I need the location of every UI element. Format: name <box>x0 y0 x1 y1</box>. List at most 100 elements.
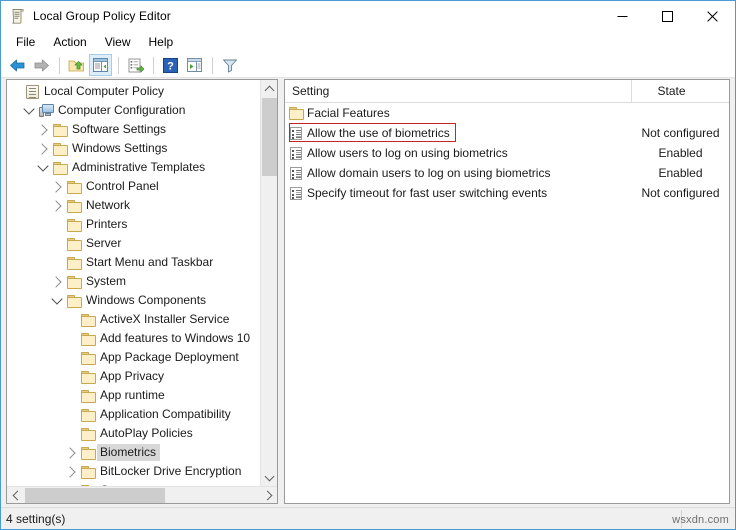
chevron-right-icon[interactable] <box>49 272 65 291</box>
folder-icon <box>79 367 97 386</box>
scroll-down-arrow[interactable] <box>261 469 277 486</box>
toolbar-separator <box>118 56 119 74</box>
tree-item[interactable]: Add features to Windows 10 <box>7 329 261 348</box>
policy-scroll-icon <box>23 82 41 101</box>
tree-item[interactable]: Windows Components <box>7 291 261 310</box>
folder-icon <box>65 215 83 234</box>
show-hide-console-tree-button[interactable] <box>89 54 112 76</box>
tree-item[interactable]: App runtime <box>7 386 261 405</box>
tree-item-label: Administrative Templates <box>72 160 206 174</box>
setting-row[interactable]: Allow domain users to log on using biome… <box>285 163 729 183</box>
tree-item[interactable]: Local Computer Policy <box>7 82 261 101</box>
tree-item-label: Windows Components <box>86 293 207 307</box>
setting-row[interactable]: Allow the use of biometrics Not configure… <box>285 123 729 143</box>
tree-scroll-thumb[interactable] <box>262 98 277 176</box>
chevron-right-icon[interactable] <box>35 139 51 158</box>
tree-item-label: Local Computer Policy <box>44 84 165 98</box>
folder-icon <box>65 253 83 272</box>
help-button[interactable]: ? <box>159 54 182 76</box>
chevron-right-icon[interactable] <box>35 120 51 139</box>
tree-item-label: Windows Settings <box>72 141 168 155</box>
scroll-up-arrow[interactable] <box>261 80 277 97</box>
tree-item-label: Add features to Windows 10 <box>100 331 251 345</box>
tree-item[interactable]: App Package Deployment <box>7 348 261 367</box>
svg-text:?: ? <box>167 60 174 72</box>
menu-action[interactable]: Action <box>44 32 95 53</box>
filter-button[interactable] <box>218 54 241 76</box>
close-button[interactable] <box>690 1 735 31</box>
settings-list[interactable]: Facial Features Allow the use of biometri… <box>285 103 729 203</box>
tree-item[interactable]: Software Settings <box>7 120 261 139</box>
tree-item[interactable]: Administrative Templates <box>7 158 261 177</box>
back-button[interactable] <box>6 54 29 76</box>
tree-item[interactable]: BitLocker Drive Encryption <box>7 462 261 481</box>
tree-hscroll-thumb[interactable] <box>25 488 165 503</box>
scroll-right-arrow[interactable] <box>260 487 277 503</box>
chevron-down-icon[interactable] <box>21 101 37 120</box>
tree-item[interactable]: App Privacy <box>7 367 261 386</box>
folder-icon <box>79 329 97 348</box>
content-area: Local Computer Policy Computer Configurat… <box>1 79 735 526</box>
tree-item[interactable]: AutoPlay Policies <box>7 424 261 443</box>
folder-icon <box>65 234 83 253</box>
tree-item[interactable]: Network <box>7 196 261 215</box>
tree-item[interactable]: Windows Settings <box>7 139 261 158</box>
menu-file[interactable]: File <box>7 32 44 53</box>
toolbar-separator <box>59 56 60 74</box>
tree-item[interactable]: Application Compatibility <box>7 405 261 424</box>
export-list-button[interactable] <box>124 54 147 76</box>
minimize-button[interactable] <box>600 1 645 31</box>
console-tree-pane: Local Computer Policy Computer Configurat… <box>6 79 278 504</box>
column-header-state[interactable]: State <box>632 80 729 103</box>
setting-state: Enabled <box>658 146 703 160</box>
column-header-setting[interactable]: Setting <box>285 80 632 103</box>
watermark: wsxdn.com <box>672 514 729 526</box>
chevron-right-icon[interactable] <box>49 196 65 215</box>
settings-list-pane: Setting State Facial Features Allow the u… <box>284 79 730 504</box>
chevron-right-icon[interactable] <box>49 177 65 196</box>
tree-item[interactable]: Server <box>7 234 261 253</box>
tree-horizontal-scrollbar[interactable] <box>7 486 277 503</box>
policy-setting-icon <box>285 166 307 180</box>
local-group-policy-editor-window: Local Group Policy Editor File Action Vi… <box>0 0 736 530</box>
setting-state: Enabled <box>658 166 703 180</box>
setting-row[interactable]: Facial Features <box>285 103 729 123</box>
tree-item[interactable]: Start Menu and Taskbar <box>7 253 261 272</box>
chevron-right-icon[interactable] <box>63 443 79 462</box>
folder-icon <box>79 348 97 367</box>
show-hide-action-pane-button[interactable] <box>183 54 206 76</box>
chevron-down-icon[interactable] <box>49 291 65 310</box>
forward-button[interactable] <box>30 54 53 76</box>
tree-item[interactable]: Biometrics <box>7 443 261 462</box>
tree-item[interactable]: Computer Configuration <box>7 101 261 120</box>
chevron-right-icon[interactable] <box>63 462 79 481</box>
tree-item[interactable]: Control Panel <box>7 177 261 196</box>
tree-item[interactable]: ActiveX Installer Service <box>7 310 261 329</box>
tree-vertical-scrollbar[interactable] <box>260 80 277 486</box>
menu-help[interactable]: Help <box>140 32 183 53</box>
tree-item-label: Application Compatibility <box>100 407 231 421</box>
tree-item-label: App runtime <box>100 388 165 402</box>
policy-setting-icon <box>285 146 307 160</box>
folder-icon <box>79 424 97 443</box>
scroll-left-arrow[interactable] <box>7 487 24 503</box>
folder-icon <box>51 158 69 177</box>
gpedit-document-icon <box>10 8 26 24</box>
setting-row[interactable]: Specify timeout for fast user switching … <box>285 183 729 203</box>
policy-tree[interactable]: Local Computer Policy Computer Configurat… <box>7 80 261 486</box>
tree-item-label: AutoPlay Policies <box>100 426 193 440</box>
setting-state: Not configured <box>641 126 720 140</box>
up-one-level-button[interactable] <box>65 54 88 76</box>
tree-item[interactable]: Printers <box>7 215 261 234</box>
folder-icon <box>79 310 97 329</box>
maximize-button[interactable] <box>645 1 690 31</box>
chevron-down-icon[interactable] <box>35 158 51 177</box>
tree-item[interactable]: System <box>7 272 261 291</box>
setting-row[interactable]: Allow users to log on using biometrics En… <box>285 143 729 163</box>
menu-view[interactable]: View <box>96 32 140 53</box>
